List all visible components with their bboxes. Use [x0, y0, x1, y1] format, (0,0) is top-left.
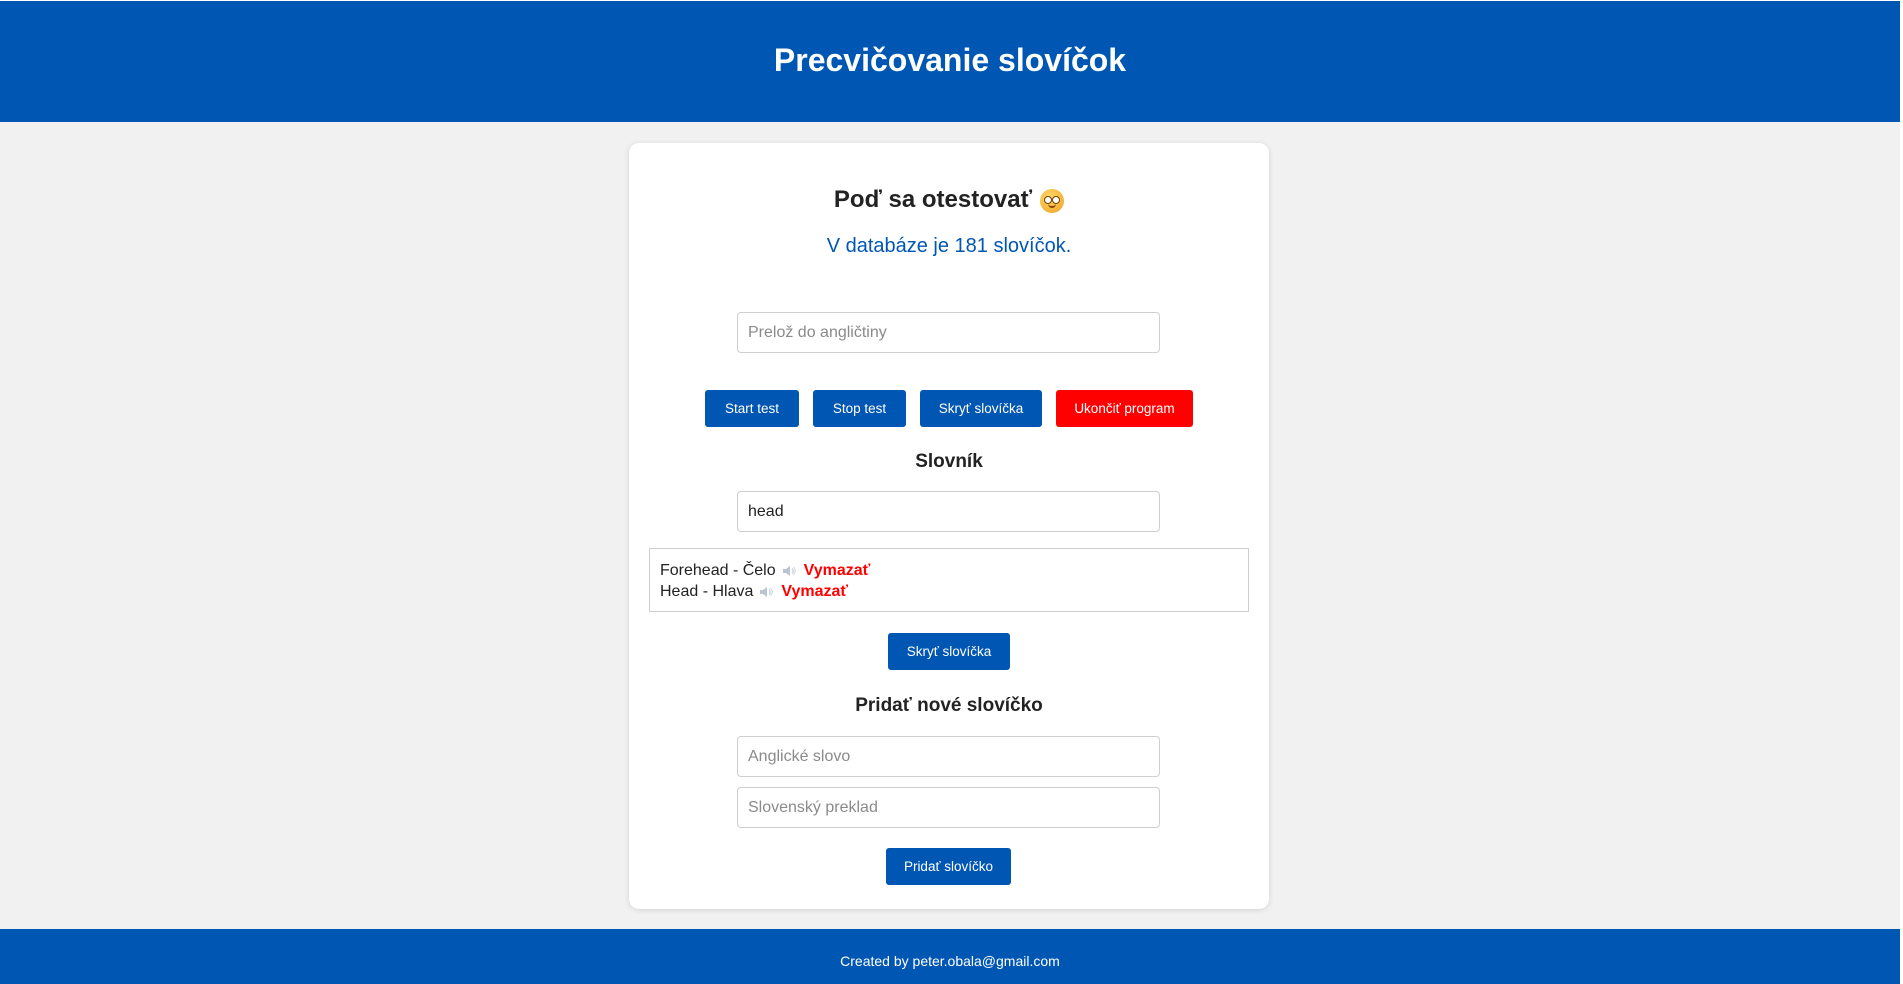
- slovak-translation-input[interactable]: [737, 787, 1160, 828]
- test-heading: Poď sa otestovať: [629, 186, 1269, 214]
- word-pair: Forehead - Čelo: [660, 562, 776, 579]
- hide-dictionary-button[interactable]: Skryť slovíčka: [888, 633, 1010, 670]
- delete-word-link[interactable]: Vymazať: [804, 560, 871, 581]
- stop-test-button[interactable]: Stop test: [813, 390, 906, 427]
- footer-credit: Created by peter.obala@gmail.com: [840, 953, 1060, 969]
- hide-words-button[interactable]: Skryť slovíčka: [920, 390, 1042, 427]
- translate-input[interactable]: [737, 312, 1160, 353]
- smiling-face-icon: [1040, 189, 1065, 213]
- database-count: V databáze je 181 slovíčok.: [826, 235, 1072, 257]
- main-card: Poď sa otestovať V databáze je 181 sloví…: [629, 143, 1269, 909]
- speaker-icon[interactable]: [782, 565, 798, 577]
- quit-program-button[interactable]: Ukončiť program: [1056, 390, 1193, 427]
- word-pair: Head - Hlava: [660, 583, 754, 600]
- dictionary-title: Slovník: [915, 451, 983, 472]
- english-word-input[interactable]: [737, 736, 1160, 777]
- page-footer: Created by peter.obala@gmail.com: [0, 929, 1900, 984]
- start-test-button[interactable]: Start test: [705, 390, 799, 427]
- speaker-icon[interactable]: [759, 586, 775, 598]
- add-word-button[interactable]: Pridať slovíčko: [886, 848, 1011, 885]
- add-word-title: Pridať nové slovíčko: [855, 695, 1043, 716]
- list-item: Head - Hlava Vymazať: [660, 581, 1238, 602]
- list-item: Forehead - Čelo Vymazať: [660, 560, 1238, 581]
- delete-word-link[interactable]: Vymazať: [781, 581, 848, 602]
- dictionary-results: Forehead - Čelo Vymazať Head - Hlava Vym…: [649, 548, 1249, 612]
- page-title: Precvičovanie slovíčok: [773, 42, 1127, 78]
- test-heading-text: Poď sa otestovať: [833, 186, 1033, 213]
- page-header: Precvičovanie slovíčok: [0, 1, 1900, 122]
- dictionary-search-input[interactable]: [737, 491, 1160, 532]
